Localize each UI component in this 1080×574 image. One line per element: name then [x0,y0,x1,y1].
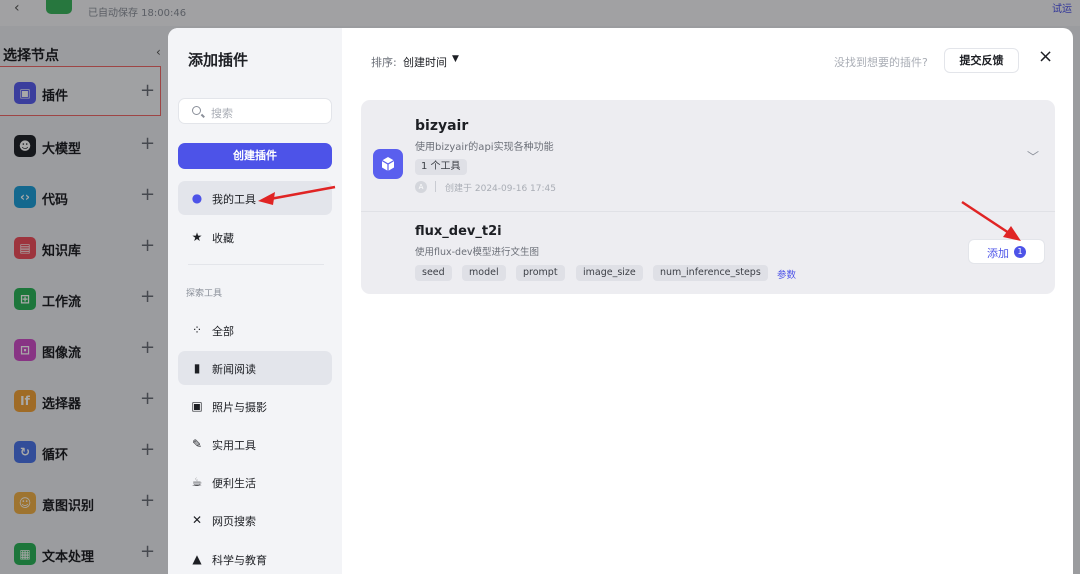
sidebar-item-label: 便利生活 [212,477,256,490]
explore-section-label: 探索工具 [186,289,223,299]
sort-label: 排序: [371,56,397,69]
search-input[interactable]: 搜索 [178,98,332,124]
category-photography[interactable]: ▣ 照片与摄影 [178,389,332,423]
plugin-name: bizyair [415,118,469,134]
meta-divider [435,181,436,192]
sidebar-item-label: 我的工具 [212,193,256,206]
category-news-reading[interactable]: ▮ 新闻阅读 [178,351,332,385]
sort-select[interactable]: 创建时间 [403,54,447,70]
add-tool-button[interactable]: 添加 1 [968,239,1045,264]
sidebar-item-label: 实用工具 [212,439,256,452]
category-lifestyle[interactable]: ☕ 便利生活 [178,465,332,499]
book-icon: ▮ [193,361,201,375]
network-icon: ✕ [191,513,203,527]
cube-icon [373,149,403,179]
sidebar-item-label: 照片与摄影 [212,401,267,414]
cup-icon: ☕ [191,475,203,489]
sidebar-item-label: 科学与教育 [212,554,267,567]
params-link[interactable]: 参数 [777,267,796,281]
search-icon [192,106,201,115]
param-tag: model [462,265,506,281]
close-icon[interactable]: × [1038,46,1053,67]
param-tag: prompt [516,265,565,281]
add-count-badge: 1 [1014,246,1026,258]
tool-name: flux_dev_t2i [415,224,502,239]
category-web-search[interactable]: ✕ 网页搜索 [178,503,332,537]
param-tag: num_inference_steps [653,265,768,281]
sidebar-item-label: 收藏 [212,232,234,245]
add-label: 添加 [987,247,1009,260]
no-find-text: 没找到想要的插件? [834,56,928,69]
sidebar-divider [188,264,324,265]
sidebar-item-favorites[interactable]: ★ 收藏 [178,220,332,254]
category-science-education[interactable]: ▲ 科学与教育 [178,542,332,574]
category-all[interactable]: ⁘ 全部 [178,313,332,347]
created-time: 创建于 2024-09-16 17:45 [445,184,556,194]
tool-count-badge: 1 个工具 [415,159,467,175]
plugin-description: 使用bizyair的api实现各种功能 [415,142,554,153]
search-placeholder: 搜索 [211,107,233,120]
sidebar-item-label: 新闻阅读 [212,363,256,376]
star-icon: ★ [191,230,203,244]
category-utilities[interactable]: ✎ 实用工具 [178,427,332,461]
modal-sidebar: 添加插件 搜索 创建插件 ● 我的工具 ★ 收藏 探索工具 ⁘ 全部 ▮ 新闻阅… [168,28,342,574]
plugin-card: bizyair 使用bizyair的api实现各种功能 1 个工具 A 创建于 … [361,100,1055,294]
create-plugin-button[interactable]: 创建插件 [178,143,332,169]
chevron-down-icon[interactable]: ﹀ [1027,148,1039,165]
photo-icon: ▣ [191,399,203,413]
avatar: A [415,181,427,193]
param-tag: image_size [576,265,643,281]
sidebar-item-label: 网页搜索 [212,515,256,528]
feedback-button[interactable]: 提交反馈 [944,48,1019,73]
sidebar-item-my-tools[interactable]: ● 我的工具 [178,181,332,215]
tool-description: 使用flux-dev模型进行文生图 [415,247,540,258]
user-icon: ● [191,191,203,205]
sidebar-item-label: 全部 [212,325,234,338]
modal-title: 添加插件 [188,51,249,69]
grid-icon: ⁘ [191,323,203,337]
add-plugin-modal: 添加插件 搜索 创建插件 ● 我的工具 ★ 收藏 探索工具 ⁘ 全部 ▮ 新闻阅… [168,28,1073,574]
param-tag: seed [415,265,452,281]
caret-down-icon[interactable]: ▼ [452,54,459,64]
card-divider [361,211,1055,212]
wrench-icon: ✎ [191,437,203,451]
graduation-cap-icon: ▲ [192,552,202,566]
